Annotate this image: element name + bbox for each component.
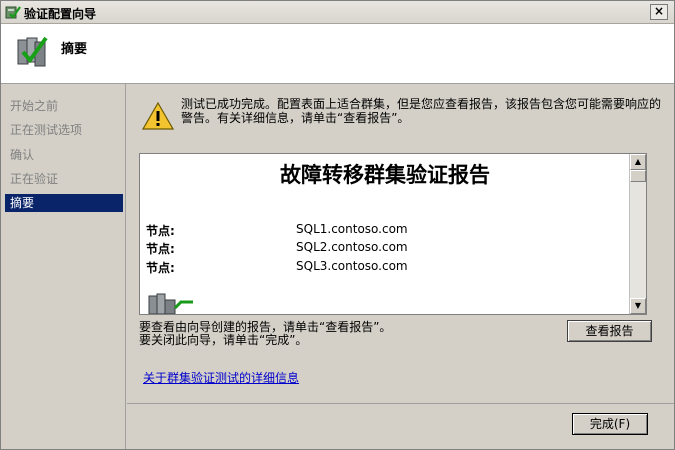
main-content: 测试已成功完成。配置表面上适合群集，但是您应查看报告，该报告包含您可能需要响应的… (127, 84, 674, 402)
warning-icon (142, 102, 174, 130)
scroll-down-button[interactable]: ▼ (630, 298, 646, 314)
sidebar-item-testing-options[interactable]: 正在测试选项 (5, 121, 123, 139)
node-value: SQL3.contoso.com (296, 259, 408, 273)
wizard-app-icon (5, 6, 21, 19)
wizard-window: 验证配置向导 × 摘要 开始之前 正在测试选项 确认 正在验证 摘要 测试已成功… (0, 0, 675, 450)
node-label: 节点: (146, 261, 175, 275)
cluster-validate-icon (17, 36, 48, 67)
report-preview[interactable]: 故障转移群集验证报告 节点: SQL1.contoso.com 节点: SQL2… (139, 153, 647, 315)
instruction-text: 要查看由向导创建的报告，请单击“查看报告”。 要关闭此向导，请单击“完成”。 (139, 321, 391, 347)
cluster-server-icon (148, 293, 193, 314)
wizard-header: 摘要 (1, 24, 674, 84)
footer-divider (127, 403, 674, 404)
report-title: 故障转移群集验证报告 (280, 162, 490, 187)
more-info-link[interactable]: 关于群集验证测试的详细信息 (143, 369, 299, 386)
sidebar-item-summary[interactable]: 摘要 (5, 194, 123, 212)
report-scrollbar[interactable]: ▲ ▼ (629, 154, 646, 314)
node-label: 节点: (146, 224, 175, 238)
node-row: 节点: SQL1.contoso.com (146, 222, 626, 238)
page-title: 摘要 (61, 42, 88, 57)
close-button[interactable]: × (650, 4, 668, 20)
node-value: SQL1.contoso.com (296, 222, 408, 236)
window-title: 验证配置向导 (24, 7, 97, 21)
close-icon: × (653, 4, 665, 18)
sidebar-item-before-you-begin[interactable]: 开始之前 (5, 97, 123, 115)
node-row: 节点: SQL2.contoso.com (146, 240, 626, 256)
warning-message: 测试已成功完成。配置表面上适合群集，但是您应查看报告，该报告包含您可能需要响应的… (181, 97, 662, 125)
scroll-thumb[interactable] (630, 170, 646, 182)
view-report-button[interactable]: 查看报告 (567, 320, 652, 342)
arrow-down-icon: ▼ (634, 301, 642, 310)
sidebar-item-confirmation[interactable]: 确认 (5, 146, 123, 164)
sidebar-item-validating[interactable]: 正在验证 (5, 170, 123, 188)
close-wizard-hint: 要关闭此向导，请单击“完成”。 (139, 333, 308, 347)
node-row: 节点: SQL3.contoso.com (146, 259, 626, 275)
node-value: SQL2.contoso.com (296, 240, 408, 254)
wizard-steps: 开始之前 正在测试选项 确认 正在验证 摘要 (1, 84, 126, 449)
arrow-up-icon: ▲ (634, 157, 642, 166)
scroll-up-button[interactable]: ▲ (630, 154, 646, 170)
node-label: 节点: (146, 242, 175, 256)
finish-button[interactable]: 完成(F) (572, 413, 648, 435)
title-bar[interactable]: 验证配置向导 × (1, 1, 674, 24)
